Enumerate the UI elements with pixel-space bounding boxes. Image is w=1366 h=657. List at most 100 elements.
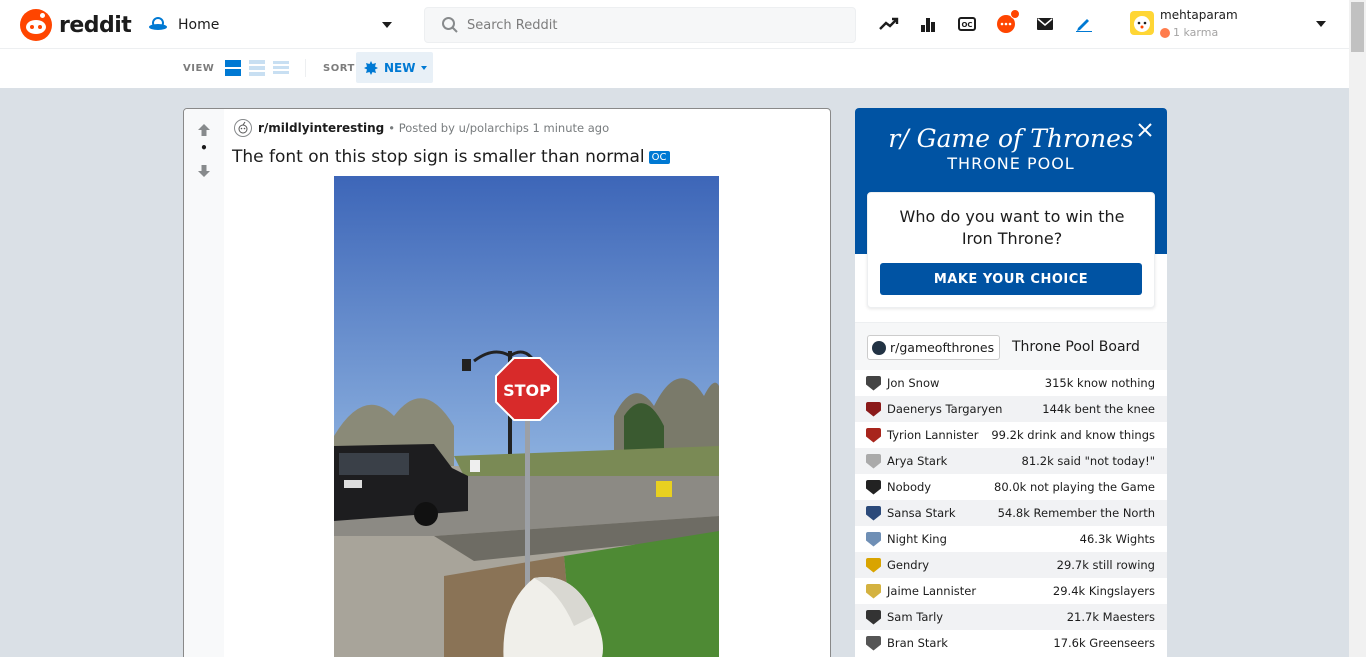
home-dropdown[interactable]: Home [148, 10, 400, 40]
character-name: Bran Stark [887, 636, 948, 650]
leaderboard: Jon Snow 315k know nothing Daenerys Targar… [855, 370, 1167, 656]
house-sigil-icon [866, 609, 881, 625]
compact-view-icon[interactable] [272, 59, 290, 77]
board-header: r/gameofthrones Throne Pool Board [855, 322, 1167, 370]
character-name: Jaime Lannister [887, 584, 977, 598]
vote-total: 21.7k Maesters [1066, 610, 1155, 624]
board-title: Throne Pool Board [1012, 339, 1140, 355]
house-sigil-icon [866, 427, 881, 443]
upvote-icon[interactable] [197, 122, 211, 136]
make-choice-button[interactable]: MAKE YOUR CHOICE [880, 263, 1142, 295]
character-name: Sansa Stark [887, 506, 956, 520]
home-label: Home [178, 17, 220, 33]
oc-icon[interactable]: OC [956, 13, 978, 35]
house-sigil-icon [866, 401, 881, 417]
subreddit-link[interactable]: r/mildlyinteresting [258, 121, 384, 135]
character-name: Nobody [887, 480, 932, 494]
avatar [1130, 11, 1154, 35]
oc-tag: OC [648, 150, 670, 164]
character-name: Tyrion Lannister [887, 428, 979, 442]
stop-sign-text: STOP [503, 381, 551, 400]
card-view-icon[interactable] [224, 59, 242, 77]
scroll-thumb[interactable] [1351, 2, 1364, 52]
subreddit-icon[interactable] [234, 119, 252, 137]
widget-question: Who do you want to win the Iron Throne? [899, 207, 1125, 248]
vote-total: 17.6k Greenseers [1053, 636, 1155, 650]
question-card: Who do you want to win the Iron Throne? … [867, 192, 1155, 308]
house-sigil-icon [866, 375, 881, 391]
karma-text: 1 karma [1173, 26, 1219, 39]
leaderboard-row[interactable]: Sam Tarly 21.7k Maesters [855, 604, 1167, 630]
character-name: Night King [887, 532, 947, 546]
karma-icon [1160, 27, 1170, 38]
stats-icon[interactable] [917, 13, 939, 35]
vote-total: 80.0k not playing the Game [994, 480, 1155, 494]
vote-total: 54.8k Remember the North [997, 506, 1155, 520]
top-header: reddit Home OC [0, 0, 1349, 49]
view-sort-bar: VIEW SORT NEW [0, 49, 1349, 88]
character-name: Daenerys Targaryen [887, 402, 1003, 416]
username: mehtaparam [1160, 8, 1238, 22]
post-title-text: The font on this stop sign is smaller th… [232, 147, 645, 167]
logo-text: reddit [59, 12, 132, 38]
house-sigil-icon [866, 453, 881, 469]
character-name: Sam Tarly [887, 610, 944, 624]
leaderboard-row[interactable]: Daenerys Targaryen 144k bent the knee [855, 396, 1167, 422]
search-icon [441, 16, 459, 34]
house-sigil-icon [866, 635, 881, 651]
view-label: VIEW [183, 63, 215, 74]
sort-dropdown[interactable]: NEW [356, 52, 433, 83]
karma-count: 1 karma [1160, 26, 1218, 39]
character-name: Arya Stark [887, 454, 948, 468]
house-sigil-icon [866, 479, 881, 495]
new-sort-icon [364, 60, 378, 75]
house-sigil-icon [866, 531, 881, 547]
house-sigil-icon [866, 557, 881, 573]
vote-total: 81.2k said "not today!" [1021, 454, 1156, 468]
leaderboard-row[interactable]: Night King 46.3k Wights [855, 526, 1167, 552]
house-sigil-icon [866, 583, 881, 599]
post-image[interactable]: STOP [334, 176, 719, 657]
svg-text:OC: OC [961, 21, 972, 29]
house-sigil-icon [866, 505, 881, 521]
leaderboard-row[interactable]: Gendry 29.7k still rowing [855, 552, 1167, 578]
search-bar [424, 7, 856, 43]
reddit-logo[interactable]: reddit [20, 9, 132, 41]
chevron-down-icon [421, 65, 428, 70]
leaderboard-row[interactable]: Jaime Lannister 29.4k Kingslayers [855, 578, 1167, 604]
divider [305, 59, 306, 77]
leaderboard-row[interactable]: Arya Stark 81.2k said "not today!" [855, 448, 1167, 474]
chevron-down-icon [1316, 21, 1326, 27]
post-card[interactable]: • r/mildlyinteresting • Posted by u/pola… [183, 108, 831, 657]
chat-icon[interactable] [995, 9, 1020, 35]
leaderboard-row[interactable]: Bran Stark 17.6k Greenseers [855, 630, 1167, 656]
post-byline: • Posted by u/polarchips 1 minute ago [388, 121, 610, 135]
character-name: Gendry [887, 558, 930, 572]
sort-value: NEW [384, 60, 416, 75]
reddit-snoo-icon [20, 9, 52, 41]
trending-icon[interactable] [878, 13, 900, 35]
vote-total: 29.7k still rowing [1056, 558, 1155, 572]
post-title[interactable]: The font on this stop sign is smaller th… [232, 147, 670, 167]
search-input[interactable] [467, 17, 847, 33]
close-icon[interactable] [1136, 121, 1154, 139]
downvote-icon[interactable] [197, 163, 211, 177]
mail-icon[interactable] [1034, 13, 1056, 35]
character-name: Jon Snow [887, 376, 940, 390]
subreddit-pill-label: r/gameofthrones [890, 340, 995, 355]
vote-total: 315k know nothing [1044, 376, 1155, 390]
leaderboard-row[interactable]: Sansa Stark 54.8k Remember the North [855, 500, 1167, 526]
home-icon [148, 15, 168, 35]
pencil-icon[interactable] [1073, 13, 1095, 35]
subreddit-icon [872, 340, 886, 355]
leaderboard-row[interactable]: Jon Snow 315k know nothing [855, 370, 1167, 396]
leaderboard-row[interactable]: Nobody 80.0k not playing the Game [855, 474, 1167, 500]
vote-count: • [200, 141, 208, 155]
classic-view-icon[interactable] [248, 59, 266, 77]
vote-total: 46.3k Wights [1079, 532, 1155, 546]
widget-subtitle: THRONE POOL [947, 154, 1075, 173]
page-scrollbar[interactable] [1349, 0, 1366, 657]
leaderboard-row[interactable]: Tyrion Lannister 99.2k drink and know thi… [855, 422, 1167, 448]
user-menu[interactable]: mehtaparam 1 karma [1130, 8, 1330, 42]
subreddit-pill[interactable]: r/gameofthrones [867, 335, 1001, 360]
